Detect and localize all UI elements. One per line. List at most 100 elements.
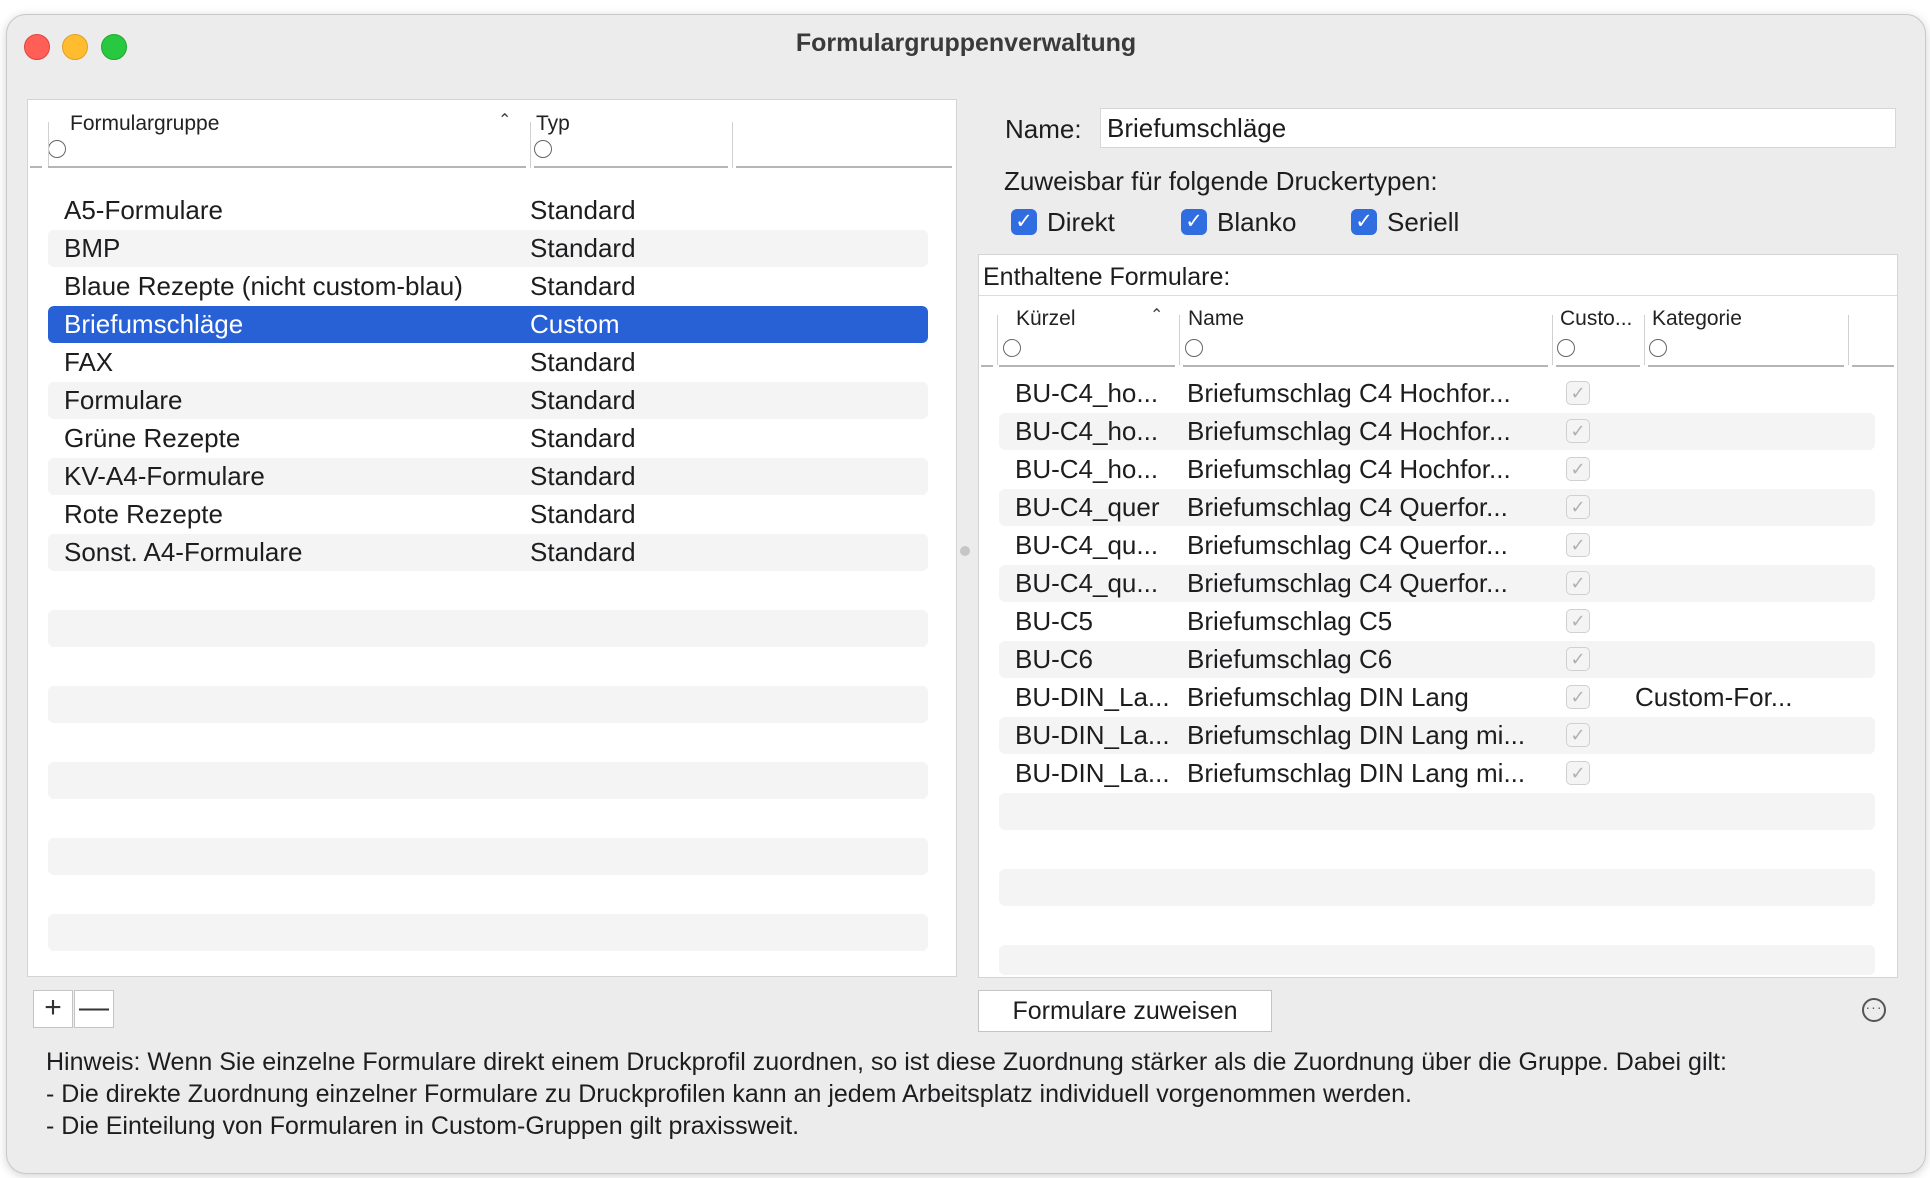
name-field[interactable]: Briefumschläge — [1100, 108, 1896, 148]
empty-row — [48, 838, 928, 875]
column-separator — [1644, 315, 1645, 365]
group-type: Standard — [530, 347, 636, 377]
group-type: Standard — [530, 537, 636, 567]
group-type: Standard — [530, 461, 636, 491]
column-header-kategorie[interactable]: Kategorie — [1652, 307, 1742, 331]
direkt-checkbox[interactable]: ✓ — [1011, 209, 1037, 235]
form-row[interactable]: BU-C4_ho... Briefumschlag C4 Hochfor... … — [999, 413, 1875, 450]
form-row[interactable]: BU-C5 Briefumschlag C5 ✓ — [999, 603, 1875, 640]
split-view-divider-handle[interactable] — [960, 546, 970, 556]
column-header-kuerzel[interactable]: Kürzel — [1016, 307, 1076, 331]
seriell-checkbox[interactable]: ✓ — [1351, 209, 1377, 235]
column-separator — [732, 122, 733, 168]
group-name: Formulare — [64, 385, 183, 415]
group-name: Briefumschläge — [64, 309, 244, 339]
assign-forms-button[interactable]: Formulare zuweisen — [978, 990, 1272, 1032]
filter-radio-kuerzel[interactable] — [1003, 339, 1021, 357]
group-row[interactable]: KV-A4-Formulare Standard — [48, 458, 928, 495]
forms-panel: Enthaltene Formulare: Kürzel ⌃ Name Cust… — [978, 254, 1898, 978]
groups-table[interactable]: Formulargruppe ⌃ Typ A5-Formulare Standa… — [27, 99, 957, 977]
form-row[interactable]: BU-C4_ho... Briefumschlag C4 Hochfor... … — [999, 451, 1875, 488]
form-row[interactable]: BU-C4_qu... Briefumschlag C4 Querfor... … — [999, 527, 1875, 564]
column-separator — [1179, 315, 1180, 365]
blanko-label[interactable]: Blanko — [1217, 207, 1297, 238]
filter-radio-formulargruppe[interactable] — [48, 140, 66, 158]
group-row[interactable]: BMP Standard — [48, 230, 928, 267]
header-underline — [1648, 365, 1844, 367]
group-type: Standard — [530, 271, 636, 301]
empty-row — [999, 793, 1875, 830]
empty-row — [48, 610, 928, 647]
empty-row — [48, 686, 928, 723]
custom-checkbox: ✓ — [1566, 495, 1590, 519]
empty-row — [999, 945, 1875, 975]
group-type: Standard — [530, 385, 636, 415]
filter-radio-name[interactable] — [1185, 339, 1203, 357]
form-code: BU-C4_ho... — [1015, 454, 1159, 484]
window-title: Formulargruppenverwaltung — [795, 29, 1137, 57]
seriell-label[interactable]: Seriell — [1387, 207, 1459, 238]
form-code: BU-DIN_La... — [1015, 758, 1170, 788]
group-name: BMP — [64, 233, 121, 263]
filter-radio-kategorie[interactable] — [1649, 339, 1667, 357]
blanko-checkbox[interactable]: ✓ — [1181, 209, 1207, 235]
group-name: Rote Rezepte — [64, 499, 223, 529]
hint-text: - Die Einteilung von Formularen in Custo… — [46, 1112, 800, 1140]
group-name: Grüne Rezepte — [64, 423, 241, 453]
form-row[interactable]: BU-C4_quer Briefumschlag C4 Querfor... ✓ — [999, 489, 1875, 526]
form-name: Briefumschlag DIN Lang mi... — [1187, 758, 1526, 788]
custom-checkbox: ✓ — [1566, 381, 1590, 405]
form-name: Briefumschlag C4 Hochfor... — [1187, 416, 1511, 446]
forms-panel-title: Enthaltene Formulare: — [983, 263, 1231, 291]
group-name: FAX — [64, 347, 114, 377]
group-type: Standard — [530, 233, 636, 263]
group-row[interactable]: Rote Rezepte Standard — [48, 496, 928, 533]
group-row[interactable]: Grüne Rezepte Standard — [48, 420, 928, 457]
form-row[interactable]: BU-C4_ho... Briefumschlag C4 Hochfor... … — [999, 375, 1875, 412]
form-row[interactable]: BU-DIN_La... Briefumschlag DIN Lang mi..… — [999, 717, 1875, 754]
add-group-button[interactable]: + — [33, 990, 73, 1028]
header-underline — [48, 166, 526, 168]
column-separator — [1848, 315, 1849, 365]
custom-checkbox: ✓ — [1566, 685, 1590, 709]
header-underline — [736, 166, 952, 168]
column-header-name[interactable]: Name — [1188, 307, 1244, 331]
empty-row — [999, 869, 1875, 906]
filter-radio-custom[interactable] — [1557, 339, 1575, 357]
filter-radio-typ[interactable] — [534, 140, 552, 158]
header-underline — [1852, 365, 1894, 367]
group-type: Standard — [530, 499, 636, 529]
form-name: Briefumschlag C4 Hochfor... — [1187, 378, 1511, 408]
hint-text: Hinweis: Wenn Sie einzelne Formulare dir… — [46, 1048, 1727, 1076]
column-header-formulargruppe[interactable]: Formulargruppe — [70, 112, 219, 136]
form-code: BU-C4_qu... — [1015, 568, 1159, 598]
group-name: KV-A4-Formulare — [64, 461, 265, 491]
group-row-selected[interactable]: Briefumschläge Custom — [48, 306, 928, 343]
group-row[interactable]: Blaue Rezepte (nicht custom-blau) Standa… — [48, 268, 928, 305]
group-row[interactable]: Formulare Standard — [48, 382, 928, 419]
form-row[interactable]: BU-C6 Briefumschlag C6 ✓ — [999, 641, 1875, 678]
direkt-label[interactable]: Direkt — [1047, 207, 1115, 238]
column-header-typ[interactable]: Typ — [536, 112, 570, 136]
form-row[interactable]: BU-C4_qu... Briefumschlag C4 Querfor... … — [999, 565, 1875, 602]
header-underline — [30, 166, 42, 168]
column-header-custom[interactable]: Custo... — [1560, 307, 1632, 331]
form-name: Briefumschlag C4 Hochfor... — [1187, 454, 1511, 484]
column-separator — [1552, 315, 1553, 365]
hint-text: - Die direkte Zuordnung einzelner Formul… — [46, 1080, 1412, 1108]
group-row[interactable]: Sonst. A4-Formulare Standard — [48, 534, 928, 571]
custom-checkbox: ✓ — [1566, 609, 1590, 633]
group-type: Standard — [530, 423, 636, 453]
form-row[interactable]: BU-DIN_La... Briefumschlag DIN Lang mi..… — [999, 755, 1875, 792]
column-separator — [997, 315, 998, 365]
group-name: A5-Formulare — [64, 195, 223, 225]
custom-checkbox: ✓ — [1566, 571, 1590, 595]
group-row[interactable]: FAX Standard — [48, 344, 928, 381]
form-row[interactable]: BU-DIN_La... Briefumschlag DIN Lang ✓ Cu… — [999, 679, 1875, 716]
column-separator — [48, 122, 49, 168]
group-row[interactable]: A5-Formulare Standard — [48, 192, 928, 229]
ellipsis-circle-icon[interactable]: ··· — [1862, 998, 1886, 1022]
remove-group-button[interactable]: — — [74, 990, 114, 1028]
form-name: Briefumschlag C4 Querfor... — [1187, 492, 1508, 522]
form-category: Custom-For... — [1635, 682, 1793, 712]
